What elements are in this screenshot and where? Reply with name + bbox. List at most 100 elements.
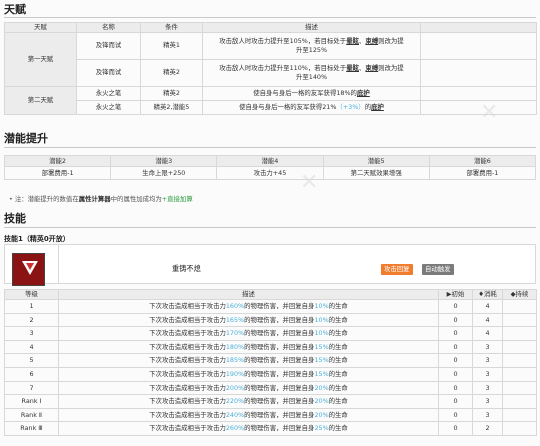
skill-duration: [502, 421, 537, 436]
skill-trigger-tag: 自动触发: [422, 264, 454, 275]
talent-description: 使自身与身后一格的友军获得18%的庇护: [202, 85, 421, 101]
skill-sp-cost: 3: [472, 380, 503, 396]
skill-level-row: 4 下次攻击造成相当于攻击力180%的物理伤害，并回复自身15%的生命 0 3: [4, 339, 537, 355]
skill-level: 1: [4, 299, 59, 314]
talent-table: 天赋 名称 条件 描述 第一天赋 及锋而试 精英1 攻击敌人时攻击力提升至105…: [4, 22, 537, 115]
talent-condition: 精英2: [140, 85, 203, 101]
skill-level-desc: 下次攻击造成相当于攻击力160%的物理伤害，并回复自身10%的生命: [58, 299, 439, 314]
talent-condition: 精英2: [140, 58, 203, 87]
skill-title: 技能1（精英0开放）: [4, 235, 70, 243]
section-divider: [4, 147, 536, 148]
section-title-talent: 天赋: [4, 3, 26, 16]
potential-note: • 注：潜能提升的数值在属性计算器中的属性加成均为+直接加算: [9, 195, 193, 203]
bind-link[interactable]: 束缚: [365, 37, 378, 45]
potential-value: 部署费用-1: [3, 166, 112, 180]
skill-level-desc: 下次攻击造成相当于攻击力200%的物理伤害，并回复自身20%的生命: [58, 380, 439, 396]
skill-init-sp: 0: [438, 407, 473, 423]
talent-header: 条件: [140, 22, 203, 33]
talent-header: 天赋: [4, 22, 77, 33]
skill-level: 6: [4, 366, 59, 382]
section-divider: [4, 227, 536, 228]
potential-value: 部署费用-1: [428, 166, 537, 180]
talent-condition: 精英1: [140, 31, 203, 60]
skill-header-desc: 描述: [58, 289, 439, 300]
talent-first-label: 第一天赋: [4, 31, 77, 87]
talent-header: 名称: [76, 22, 141, 33]
skill-sp-cost: 3: [472, 339, 503, 355]
bind-link[interactable]: 束缚: [365, 64, 378, 72]
skill-sp-cost: 4: [472, 326, 503, 341]
skill-level-desc: 下次攻击造成相当于攻击力185%的物理伤害，并回复自身15%的生命: [58, 353, 439, 368]
talent-name: 永火之笔: [76, 85, 141, 101]
skill-init-sp: 0: [438, 312, 473, 328]
potential-header: 潜能5: [322, 155, 430, 167]
talent-header: 描述: [202, 22, 421, 33]
skill-level-desc: 下次攻击造成相当于攻击力165%的物理伤害，并回复自身10%的生命: [58, 312, 439, 328]
skill-duration: [502, 380, 537, 396]
skill-name: 重铸不熄: [172, 264, 201, 273]
talent-description: 攻击敌人时攻击力提升至110%，若目标处于晕眩、束缚则改为提 升至140%: [202, 58, 421, 87]
potential-value: 攻击力+45: [216, 166, 324, 180]
skill-init-sp: 0: [438, 421, 473, 436]
stun-link[interactable]: 晕眩: [346, 64, 359, 72]
skill-sp-cost: 3: [472, 366, 503, 382]
skill-init-sp: 0: [438, 353, 473, 368]
skill-header-init: ▶初始: [438, 289, 473, 300]
skill-level-row: 1 下次攻击造成相当于攻击力160%的物理伤害，并回复自身10%的生命 0 4: [4, 299, 537, 314]
shelter-link[interactable]: 庇护: [371, 103, 384, 111]
talent-name: 及锋而试: [76, 58, 141, 87]
skill-level-desc: 下次攻击造成相当于攻击力170%的物理伤害，并回复自身10%的生命: [58, 326, 439, 341]
skill-duration: [502, 326, 537, 341]
skill-header-duration: ◆持续: [502, 289, 537, 300]
skill-init-sp: 0: [438, 339, 473, 355]
skill-init-sp: 0: [438, 394, 473, 409]
skill-level: 2: [4, 312, 59, 328]
skill-sp-cost: 4: [472, 299, 503, 314]
skill-level-desc: 下次攻击造成相当于攻击力240%的物理伤害，并回复自身20%的生命: [58, 407, 439, 423]
skill-header-level: 等级: [4, 289, 59, 300]
skill-duration: [502, 353, 537, 368]
skill-sp-tag: 攻击回复: [381, 264, 413, 275]
skill-sp-cost: 3: [472, 394, 503, 409]
talent-second-label: 第二天赋: [4, 85, 77, 115]
potential-header: 潜能6: [428, 155, 537, 167]
skill-level-row: 5 下次攻击造成相当于攻击力185%的物理伤害，并回复自身15%的生命 0 3: [4, 353, 537, 368]
talent-description: 攻击敌人时攻击力提升至105%，若目标处于晕眩、束缚则改为提 升至125%: [202, 31, 421, 60]
skill-header-cost: ♦消耗: [472, 289, 503, 300]
stun-link[interactable]: 晕眩: [346, 37, 359, 45]
skill-level-row: 2 下次攻击造成相当于攻击力165%的物理伤害，并回复自身10%的生命 0 4: [4, 312, 537, 328]
skill-level: 4: [4, 339, 59, 355]
skill-init-sp: 0: [438, 299, 473, 314]
skill-duration: [502, 339, 537, 355]
skill-level-row: Rank Ⅲ 下次攻击造成相当于攻击力260%的物理伤害，并回复自身25%的生命 0…: [4, 421, 537, 436]
skill-level: 7: [4, 380, 59, 396]
skill-sp-cost: 4: [472, 312, 503, 328]
section-title-skill: 技能: [4, 212, 26, 225]
talent-condition: 精英2,潜能5: [140, 99, 203, 115]
potential-table: 潜能2 潜能3 潜能4 潜能5 潜能6 部署费用-1 生命上限+250 攻击力+…: [3, 155, 537, 180]
skill-icon: [12, 253, 45, 286]
talent-description: 使自身与身后一格的友军获得21%（+3%）的庇护: [202, 99, 421, 115]
skill-level-desc: 下次攻击造成相当于攻击力220%的物理伤害，并回复自身20%的生命: [58, 394, 439, 409]
skill-sp-cost: 3: [472, 407, 503, 423]
skill-init-sp: 0: [438, 366, 473, 382]
skill-sp-cost: 2: [472, 421, 503, 436]
skill-duration: [502, 394, 537, 409]
skill-level: 5: [4, 353, 59, 368]
skill-level-row: 7 下次攻击造成相当于攻击力200%的物理伤害，并回复自身20%的生命 0 3: [4, 380, 537, 396]
skill-duration: [502, 299, 537, 314]
skill-level-row: 3 下次攻击造成相当于攻击力170%的物理伤害，并回复自身10%的生命 0 4: [4, 326, 537, 341]
section-divider: [4, 17, 536, 18]
section-title-potential: 潜能提升: [4, 132, 48, 145]
calculator-link[interactable]: 属性计算器: [79, 195, 111, 203]
shelter-link[interactable]: 庇护: [357, 89, 370, 97]
skill-level-desc: 下次攻击造成相当于攻击力260%的物理伤害，并回复自身25%的生命: [58, 421, 439, 436]
skill-level: Rank Ⅰ: [4, 394, 59, 409]
skill-level-table: 等级 描述 ▶初始 ♦消耗 ◆持续 1 下次攻击造成相当于攻击力160%的物理伤害…: [4, 289, 537, 436]
talent-name: 永火之笔: [76, 99, 141, 115]
potential-value: 生命上限+250: [110, 166, 218, 180]
skill-level-desc: 下次攻击造成相当于攻击力190%的物理伤害，并回复自身15%的生命: [58, 366, 439, 382]
skill-level-row: 6 下次攻击造成相当于攻击力190%的物理伤害，并回复自身15%的生命 0 3: [4, 366, 537, 382]
skill-sp-cost: 3: [472, 353, 503, 368]
skill-level-row: Rank Ⅱ 下次攻击造成相当于攻击力240%的物理伤害，并回复自身20%的生命 0…: [4, 407, 537, 423]
